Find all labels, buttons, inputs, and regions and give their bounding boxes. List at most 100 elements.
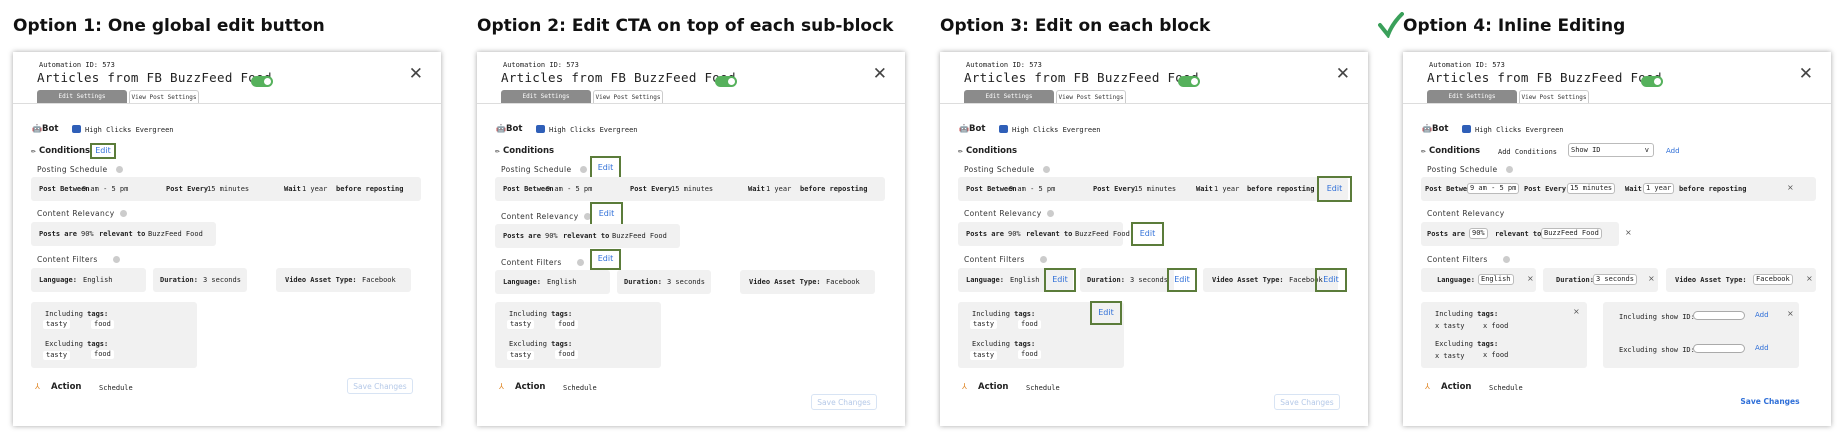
tab-view-post-settings[interactable]: View Post Settings: [129, 90, 199, 103]
tag-chip: food: [91, 350, 114, 359]
checkmark-icon: [1378, 12, 1404, 42]
tag-chip[interactable]: x tasty: [1435, 352, 1465, 360]
save-changes-button[interactable]: Save Changes: [347, 378, 413, 394]
excluding-show-id-input[interactable]: [1693, 344, 1745, 353]
help-icon: [1040, 256, 1047, 263]
save-changes-button[interactable]: Save Changes: [1737, 394, 1803, 410]
active-toggle[interactable]: [1178, 76, 1200, 87]
posts-are-label: Posts are: [39, 230, 77, 238]
close-icon[interactable]: ×: [1573, 307, 1580, 316]
source-value: BuzzFeed Food: [148, 230, 203, 238]
wait-value: 1 year: [1214, 185, 1240, 193]
add-including-show-id-button[interactable]: Add: [1755, 311, 1769, 319]
duration-edit-button[interactable]: Edit: [1167, 268, 1197, 292]
video-asset-select[interactable]: Facebook: [1753, 274, 1793, 285]
content-filters-label: Content Filters: [1427, 255, 1488, 264]
active-toggle[interactable]: [1641, 76, 1663, 87]
action-label: Action: [1441, 382, 1472, 392]
content-filters-label: Content Filters: [964, 255, 1025, 264]
wait-label: Wait: [284, 185, 301, 193]
global-edit-button[interactable]: Edit: [90, 143, 116, 159]
panel-option-3: Automation ID: 573 Articles from FB Buzz…: [940, 52, 1368, 426]
close-icon[interactable]: ✕: [873, 64, 887, 84]
tag-chip[interactable]: x food: [1483, 351, 1508, 359]
tab-edit-settings[interactable]: Edit Settings: [37, 90, 127, 103]
percent-select[interactable]: 90%: [1469, 228, 1488, 239]
add-excluding-show-id-button[interactable]: Add: [1755, 344, 1769, 352]
post-every-label: Post Every: [630, 185, 673, 193]
language-label: Language:: [39, 276, 77, 284]
including-tags-label: Including tags:: [45, 310, 109, 318]
close-icon[interactable]: ×: [1787, 309, 1794, 318]
tab-view-post-settings[interactable]: View Post Settings: [1056, 90, 1126, 103]
tab-view-post-settings[interactable]: View Post Settings: [1519, 90, 1589, 103]
duration-label: Duration:: [1556, 276, 1594, 284]
language-edit-button[interactable]: Edit: [1044, 268, 1076, 292]
active-toggle[interactable]: [251, 76, 273, 87]
help-icon: [580, 166, 587, 173]
tab-view-post-settings[interactable]: View Post Settings: [593, 90, 663, 103]
close-icon[interactable]: ×: [1527, 274, 1534, 283]
tag-chip: tasty: [507, 320, 535, 329]
content-relevancy-edit-button[interactable]: Edit: [590, 202, 623, 226]
save-changes-button[interactable]: Save Changes: [1274, 394, 1340, 410]
close-icon[interactable]: ✕: [1336, 64, 1350, 84]
duration-label: Duration:: [1087, 276, 1125, 284]
close-icon[interactable]: ×: [1806, 274, 1813, 283]
save-changes-button[interactable]: Save Changes: [811, 394, 877, 410]
excluding-tags-label: Excluding tags:: [1435, 340, 1499, 348]
content-filters-edit-button[interactable]: Edit: [590, 249, 621, 270]
bot-label: Bot: [42, 124, 59, 134]
post-between-select[interactable]: 9 am - 5 pm: [1467, 183, 1520, 194]
tab-edit-settings[interactable]: Edit Settings: [964, 90, 1054, 103]
video-asset-label: Video Asset Type:: [1212, 276, 1284, 284]
action-icon: ⅄: [1425, 382, 1430, 391]
tab-edit-settings[interactable]: Edit Settings: [1427, 90, 1517, 103]
help-icon: [113, 256, 120, 263]
bot-icon: 🤖: [32, 124, 42, 133]
wait-select[interactable]: 1 year: [1643, 183, 1675, 194]
post-between-value: 9 am - 5 pm: [546, 185, 593, 193]
close-icon[interactable]: ×: [1625, 228, 1632, 237]
close-icon[interactable]: ✕: [409, 64, 423, 84]
action-value: Schedule: [99, 384, 133, 392]
condition-select[interactable]: Show ID v: [1568, 143, 1654, 157]
before-reposting-label: before reposting: [1679, 185, 1747, 193]
video-asset-label: Video Asset Type:: [1675, 276, 1747, 284]
wait-label: Wait: [1196, 185, 1213, 193]
video-asset-edit-button[interactable]: Edit: [1315, 268, 1347, 292]
tag-chip: food: [91, 320, 114, 329]
bot-value: High Clicks Evergreen: [85, 126, 174, 134]
including-tags-label: Including tags:: [509, 310, 573, 318]
add-conditions-label: Add Conditions: [1498, 148, 1558, 156]
tag-chip[interactable]: x tasty: [1435, 322, 1465, 330]
bot-badge-icon: [72, 125, 81, 133]
duration-value: 3 seconds: [1130, 276, 1168, 284]
tag-chip: tasty: [43, 320, 71, 329]
tag-chip: food: [555, 320, 578, 329]
bot-badge-icon: [1462, 125, 1471, 133]
tag-chip: food: [1018, 350, 1041, 359]
action-value: Schedule: [1026, 384, 1060, 392]
source-select[interactable]: BuzzFeed Food: [1541, 228, 1602, 239]
tags-edit-button[interactable]: Edit: [1090, 301, 1122, 325]
content-relevancy-edit-button[interactable]: Edit: [1131, 222, 1164, 246]
posting-schedule-label: Posting Schedule: [37, 165, 108, 174]
add-condition-button[interactable]: Add: [1666, 147, 1680, 155]
video-asset-label: Video Asset Type:: [749, 278, 821, 286]
post-every-select[interactable]: 15 minutes: [1567, 183, 1616, 194]
tab-edit-settings[interactable]: Edit Settings: [501, 90, 591, 103]
bot-value: High Clicks Evergreen: [1475, 126, 1564, 134]
including-show-id-input[interactable]: [1693, 311, 1745, 320]
active-toggle[interactable]: [715, 76, 737, 87]
panel-option-4: Automation ID: 573 Articles from FB Buzz…: [1403, 52, 1831, 426]
tag-chip[interactable]: x food: [1483, 322, 1508, 330]
posting-schedule-label: Posting Schedule: [1427, 165, 1498, 174]
close-icon[interactable]: ✕: [1799, 64, 1813, 84]
close-icon[interactable]: ×: [1648, 274, 1655, 283]
language-select[interactable]: English: [1478, 274, 1514, 285]
bot-icon: 🤖: [959, 124, 969, 133]
posting-schedule-edit-button[interactable]: Edit: [1317, 176, 1352, 202]
close-icon[interactable]: ×: [1787, 183, 1794, 192]
duration-select[interactable]: 3 seconds: [1593, 274, 1637, 285]
